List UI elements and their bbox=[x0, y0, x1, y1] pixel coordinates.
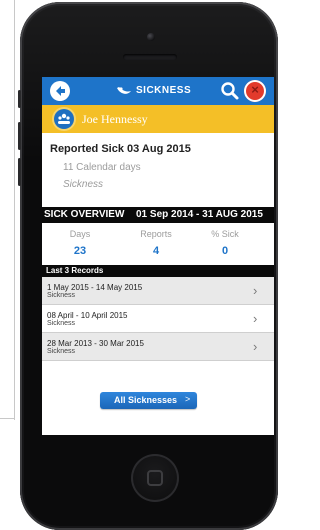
summary-title: Reported Sick 03 Aug 2015 bbox=[50, 143, 191, 155]
overview-stats: Days 23 Reports 4 % Sick 0 bbox=[42, 223, 274, 265]
record-type: Sickness bbox=[47, 348, 76, 355]
stat-label: Days bbox=[69, 229, 91, 239]
volume-down-button bbox=[18, 158, 21, 186]
stat-percent-sick: % Sick 0 bbox=[195, 229, 255, 257]
close-icon: × bbox=[251, 82, 259, 97]
back-arrow-icon bbox=[56, 86, 65, 96]
nav-bar: SICKNESS × bbox=[42, 77, 274, 105]
overview-header: SICK OVERVIEW 01 Sep 2014 - 31 AUG 2015 bbox=[42, 207, 274, 223]
volume-up-button bbox=[18, 122, 21, 150]
stat-days: Days 23 bbox=[50, 229, 110, 257]
close-button[interactable]: × bbox=[244, 80, 266, 102]
background-panel bbox=[0, 0, 15, 420]
summary-duration: 11 Calendar days bbox=[63, 162, 141, 173]
overview-date-range: 01 Sep 2014 - 31 AUG 2015 bbox=[136, 209, 263, 220]
list-item[interactable]: 28 Mar 2013 - 30 Mar 2015 Sickness › bbox=[42, 333, 274, 361]
back-button[interactable] bbox=[50, 81, 70, 101]
user-group-icon bbox=[58, 113, 70, 124]
page-title: SICKNESS bbox=[136, 85, 192, 96]
all-sicknesses-button[interactable]: All Sicknesses > bbox=[100, 392, 197, 409]
chevron-right-icon: › bbox=[253, 339, 258, 354]
avatar bbox=[54, 109, 74, 129]
record-type: Sickness bbox=[47, 320, 76, 327]
home-square-icon bbox=[147, 470, 163, 486]
stat-value: 0 bbox=[221, 245, 229, 257]
record-dates: 28 Mar 2013 - 30 Mar 2015 bbox=[47, 339, 144, 348]
list-item[interactable]: 1 May 2015 - 14 May 2015 Sickness › bbox=[42, 277, 274, 305]
all-sicknesses-label: All Sicknesses bbox=[114, 395, 178, 405]
stat-label: % Sick bbox=[211, 229, 239, 239]
sickness-summary: Reported Sick 03 Aug 2015 11 Calendar da… bbox=[42, 133, 274, 201]
earpiece-speaker bbox=[123, 54, 177, 60]
stat-reports: Reports 4 bbox=[126, 229, 186, 257]
user-name: Joe Hennessy bbox=[82, 112, 148, 126]
divider bbox=[0, 418, 14, 419]
front-camera bbox=[147, 33, 155, 41]
records-header: Last 3 Records bbox=[42, 265, 274, 277]
search-button[interactable] bbox=[219, 80, 241, 102]
chevron-right-icon: › bbox=[253, 311, 258, 326]
home-button[interactable] bbox=[131, 454, 179, 502]
app-screen: SICKNESS × Joe Hennessy Reported Sick 03… bbox=[42, 77, 274, 435]
record-type: Sickness bbox=[47, 292, 76, 299]
search-icon bbox=[221, 82, 239, 100]
stat-label: Reports bbox=[140, 229, 172, 239]
chevron-right-icon: > bbox=[185, 394, 191, 404]
record-dates: 08 April - 10 April 2015 bbox=[47, 311, 128, 320]
chevron-right-icon: › bbox=[253, 283, 258, 298]
overview-label: SICK OVERVIEW bbox=[44, 209, 125, 220]
records-header-label: Last 3 Records bbox=[46, 266, 104, 275]
user-bar: Joe Hennessy bbox=[42, 105, 274, 133]
mute-switch bbox=[18, 90, 21, 108]
summary-type: Sickness bbox=[63, 179, 104, 190]
stat-value: 4 bbox=[152, 245, 160, 257]
record-dates: 1 May 2015 - 14 May 2015 bbox=[47, 283, 143, 292]
stat-value: 23 bbox=[73, 245, 87, 257]
list-item[interactable]: 08 April - 10 April 2015 Sickness › bbox=[42, 305, 274, 333]
sickness-logo-icon bbox=[117, 87, 131, 94]
